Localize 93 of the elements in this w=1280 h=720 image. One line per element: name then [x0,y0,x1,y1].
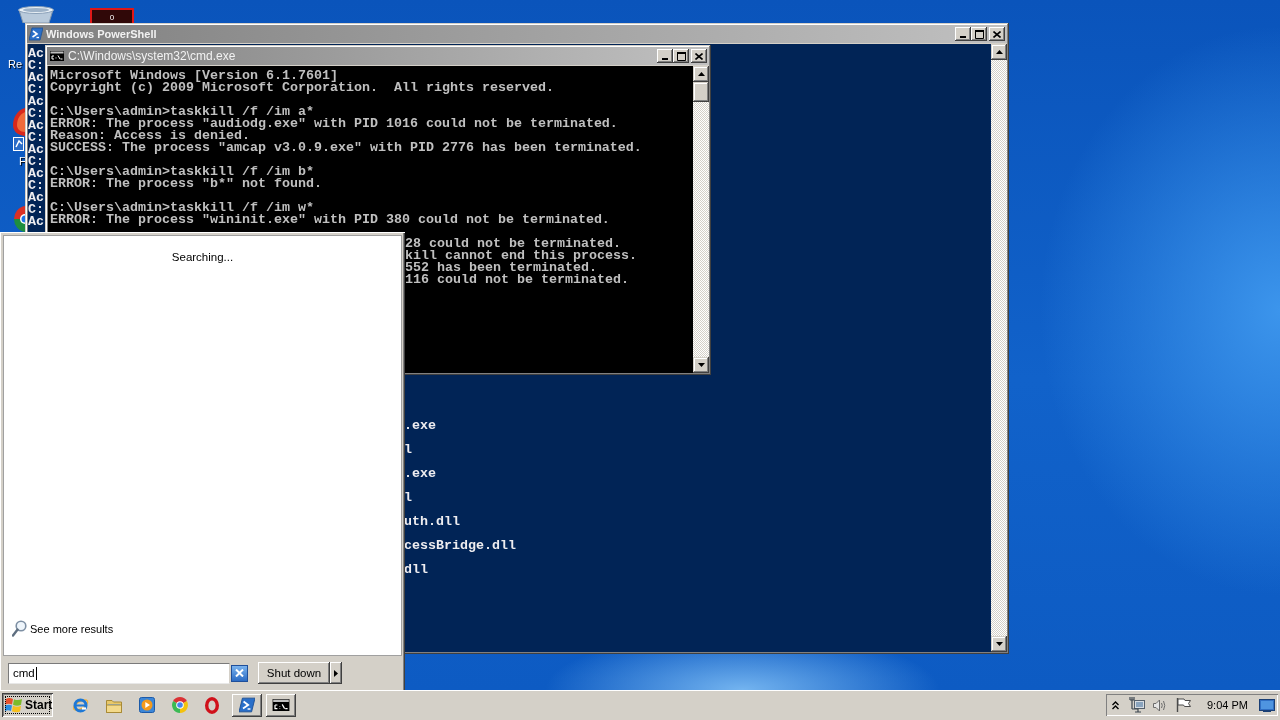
down-arrow-icon [995,642,1003,646]
search-field[interactable]: cmd [8,662,230,684]
console-line: 28 could not be terminated. [405,238,621,250]
console-line: ERROR: The process "wininit.exe" with PID 380 could not be terminated. [50,214,610,226]
console-line: ERROR: The process "b*" not found. [50,178,322,190]
prompt-icon [29,27,43,41]
see-more-results-link[interactable]: See more results [12,620,114,637]
console-text: Ac [28,144,44,156]
console-line: Copyright (c) 2009 Microsoft Corporation. All rights reserved. [50,82,554,94]
window-title: Windows PowerShell [46,28,157,40]
close-icon [695,52,703,60]
clear-search-button[interactable] [231,664,248,682]
scroll-thumb[interactable] [693,82,709,102]
console-text: C: [28,132,44,144]
counter-tile[interactable]: 0 [90,8,134,23]
scrollbar[interactable] [991,44,1007,652]
console-text: l [404,444,412,456]
minimize-button[interactable] [657,49,673,63]
console-text: C: [28,180,44,192]
console-icon [50,51,64,61]
console-text: Ac [28,216,44,228]
minimize-icon [662,58,668,60]
recycle-bin-icon[interactable] [17,6,55,23]
status-text: Searching... [171,251,234,263]
minimize-icon [960,36,966,38]
play-tile-icon[interactable] [139,697,155,713]
search-icon [12,620,27,637]
close-button[interactable] [989,27,1005,41]
console-text: Ac [28,96,44,108]
console-text: C: [28,204,44,216]
console-text: cessBridge.dll [404,540,516,552]
console-line: C:\Users\admin>taskkill /f /im b* [50,166,314,178]
caret-icon [334,669,338,677]
console-line: C:\Users\admin>taskkill /f /im w* [50,202,314,214]
network-icon[interactable] [1129,697,1145,713]
clock[interactable]: 9:04 PM [1207,699,1248,711]
console-text: Ac [28,72,44,84]
scroll-up-button[interactable] [991,44,1007,60]
console-line: C:\Users\admin>taskkill /f /im a* [50,106,314,118]
scroll-down-button[interactable] [991,636,1007,652]
icon-label[interactable]: Re [8,58,23,71]
e-logo-icon[interactable] [72,697,89,713]
minimize-button[interactable] [955,27,971,41]
chevron-icon[interactable] [1112,700,1119,710]
console-text: Ac [28,168,44,180]
icon-label[interactable]: F [19,155,26,168]
console-line: 116 could not be terminated. [405,274,629,286]
up-arrow-icon [697,72,705,76]
console-line: ERROR: The process "audiodg.exe" with PID 1016 could not be terminated. [50,118,618,130]
console-text: Ac [28,120,44,132]
console-text: .exe [404,468,436,480]
scroll-up-button[interactable] [693,66,709,82]
console-text: Ac [28,48,44,60]
console-line: Microsoft Windows [Version 6.1.7601] [50,70,338,82]
start-button[interactable]: Start [2,693,53,717]
console-line: SUCCESS: The process "amcap v3.0.9.exe" with PID 2776 has been terminated. [50,142,642,154]
console-text: l [404,492,412,504]
scrollbar[interactable] [693,66,709,373]
shut-down-options-button[interactable] [330,662,342,684]
console-text: C: [28,60,44,72]
down-arrow-icon [697,363,705,367]
ring-logo-icon[interactable] [205,696,219,714]
console-text: C: [28,84,44,96]
round-logo-icon[interactable] [172,697,188,713]
console-text: uth.dll [404,516,460,528]
console-line: 552 has been terminated. [405,262,597,274]
scroll-down-button[interactable] [693,357,709,373]
window-title: C:\Windows\system32\cmd.exe [68,49,236,63]
console-text: .exe [404,420,436,432]
console-line: Reason: Access is denied. [50,130,250,142]
flag-logo-icon [5,697,23,713]
maximize-button[interactable] [673,49,689,63]
monitor-icon[interactable] [1258,698,1275,712]
maximize-icon [676,51,686,61]
console-text: C: [28,108,44,120]
taskbar-button[interactable] [266,693,296,717]
shut-down-button[interactable]: Shut down [258,662,330,684]
console-text: Ac [28,192,44,204]
console-text: dll [404,564,428,576]
taskbar-button[interactable] [232,693,262,717]
flag-icon[interactable] [1176,698,1191,712]
console-line: kill cannot end this process. [405,250,637,262]
close-icon [235,669,244,677]
close-button[interactable] [691,49,707,63]
maximize-icon [974,29,984,39]
up-arrow-icon [995,50,1003,54]
close-icon [993,30,1001,38]
app-icon[interactable] [12,108,25,152]
prompt-icon [239,697,255,713]
console-text: C: [28,156,44,168]
volume-icon[interactable] [1153,698,1167,712]
console-icon [272,699,290,711]
maximize-button[interactable] [971,27,987,41]
